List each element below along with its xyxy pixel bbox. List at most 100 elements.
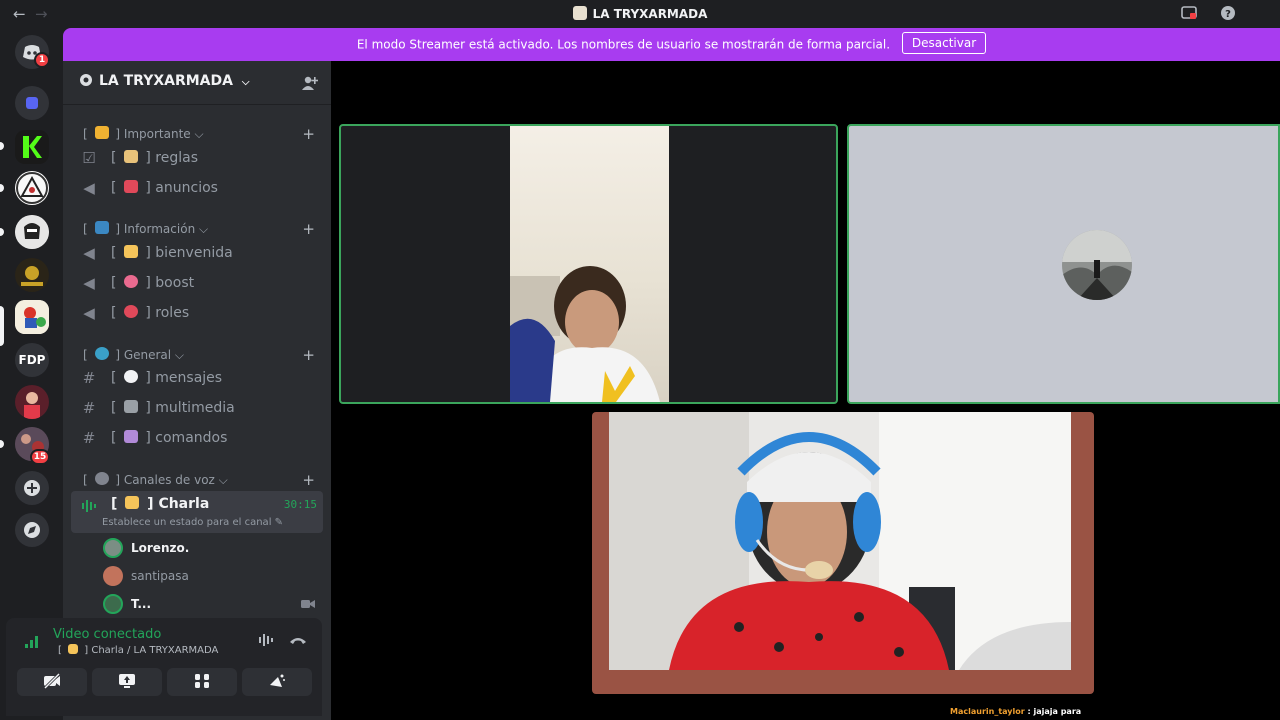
signal-icon[interactable] xyxy=(24,635,40,649)
pushpin-emoji-icon xyxy=(123,305,138,318)
connection-location[interactable]: [ ] Charla / LA TRYXARMADA xyxy=(58,644,218,656)
channel-boost[interactable]: ◀ [ ] boost xyxy=(71,270,323,298)
hash-icon: # xyxy=(82,369,96,387)
chat-separator: : xyxy=(1027,707,1031,716)
server-gold[interactable] xyxy=(15,258,49,292)
avatar xyxy=(103,566,123,586)
category-importante[interactable]: [ ] Importante ⌵ + xyxy=(83,125,315,144)
video-camera-icon xyxy=(301,600,315,608)
category-general[interactable]: [ ] General ⌵ + xyxy=(83,346,315,365)
direct-messages-icon[interactable] xyxy=(15,86,49,120)
add-server-button[interactable] xyxy=(15,471,49,505)
video-tile-3[interactable] xyxy=(592,412,1094,694)
camera-toggle-button[interactable] xyxy=(17,668,87,696)
category-label: Importante xyxy=(123,127,191,141)
category-label: General xyxy=(123,348,172,362)
window-title-text: LA TRYXARMADA xyxy=(592,7,708,21)
unread-pip xyxy=(0,228,4,236)
create-channel-icon[interactable]: + xyxy=(302,471,315,489)
server-badge: 15 xyxy=(30,449,50,465)
unread-pip xyxy=(0,142,4,150)
person-emoji-icon xyxy=(68,644,79,654)
server-icon xyxy=(572,6,587,20)
channel-bienvenida[interactable]: ◀ [ ] bienvenida xyxy=(71,240,323,268)
unread-pip xyxy=(0,184,4,192)
voice-timer: 30:15 xyxy=(283,498,317,511)
pencil-icon: ✎ xyxy=(274,517,284,528)
server-fdp-label: FDP xyxy=(18,353,46,367)
channel-multimedia[interactable]: # [ ] multimedia xyxy=(71,395,323,423)
create-channel-icon[interactable]: + xyxy=(302,125,315,143)
server-stormtrooper[interactable] xyxy=(15,215,49,249)
speech-bubble-emoji-icon xyxy=(123,370,138,383)
channel-status-hint[interactable]: Establece un estado para el canal ✎ xyxy=(102,517,283,528)
voice-channel-charla[interactable]: [ ] Charla 30:15 Establece un estado par… xyxy=(71,491,323,533)
globe-icon xyxy=(94,347,109,360)
channel-name: anuncios xyxy=(155,180,218,196)
soundboard-button[interactable] xyxy=(242,668,312,696)
video-tile-1[interactable] xyxy=(339,124,838,404)
info-icon xyxy=(94,221,109,234)
channel-reglas[interactable]: ☑ [ ] reglas xyxy=(71,145,323,173)
microphone-icon xyxy=(94,472,109,485)
invite-people-icon[interactable] xyxy=(301,75,318,91)
pin-emoji-icon xyxy=(123,180,138,193)
server-name: LA TRYXARMADA xyxy=(99,73,233,89)
streamer-banner-text: El modo Streamer está activado. Los nomb… xyxy=(356,37,891,52)
window-title: LA TRYXARMADA xyxy=(0,6,1280,21)
server-kick[interactable] xyxy=(15,130,49,164)
hash-icon: # xyxy=(82,429,96,447)
server-fdp[interactable]: FDP xyxy=(15,343,49,377)
selected-server-pip xyxy=(0,306,4,346)
flower-emoji-icon xyxy=(123,275,138,288)
person-emoji-icon xyxy=(125,496,140,509)
webcam-feed xyxy=(609,412,1071,670)
noise-suppression-icon[interactable] xyxy=(258,633,274,647)
video-tile-2[interactable] xyxy=(847,124,1280,404)
screen-share-button[interactable] xyxy=(92,668,162,696)
rules-icon: ☑ xyxy=(82,149,96,167)
inbox-icon[interactable] xyxy=(1181,5,1197,21)
create-channel-icon[interactable]: + xyxy=(302,220,315,238)
avatar xyxy=(1062,230,1132,300)
member-name: T... xyxy=(131,597,152,611)
disconnect-icon[interactable] xyxy=(289,635,307,645)
hash-icon: # xyxy=(82,399,96,417)
server-la-tryxarmada[interactable] xyxy=(15,300,49,334)
voice-activity-icon xyxy=(82,500,96,512)
channel-name: bienvenida xyxy=(155,245,233,261)
server-red[interactable] xyxy=(15,385,49,419)
server-triangle[interactable] xyxy=(15,171,49,205)
activities-icon xyxy=(195,674,209,688)
disable-streamer-button[interactable]: Desactivar xyxy=(901,32,987,54)
explore-servers-button[interactable] xyxy=(15,513,49,547)
channel-name: reglas xyxy=(155,150,199,166)
category-label: Canales de voz xyxy=(123,473,215,487)
help-icon[interactable]: ? xyxy=(1220,5,1236,21)
webcam-feed xyxy=(510,126,669,402)
chat-message: jajaja para xyxy=(1033,707,1082,716)
create-channel-icon[interactable]: + xyxy=(302,346,315,364)
channel-name: roles xyxy=(155,305,190,321)
channel-mensajes[interactable]: # [ ] mensajes xyxy=(71,365,323,393)
channel-name: comandos xyxy=(155,430,228,446)
announcement-icon: ◀ xyxy=(83,244,95,262)
server-header[interactable]: LA TRYXARMADA ⌵ xyxy=(63,61,331,105)
home-badge: 1 xyxy=(34,52,50,68)
category-canales-de-voz[interactable]: [ ] Canales de voz ⌵ + xyxy=(83,471,315,490)
activities-button[interactable] xyxy=(167,668,237,696)
scroll-emoji-icon xyxy=(123,150,138,163)
announcement-icon: ◀ xyxy=(83,274,95,292)
robot-emoji-icon xyxy=(123,430,138,443)
member-name: santipasa xyxy=(131,569,189,583)
camera-emoji-icon xyxy=(123,400,138,413)
channel-comandos[interactable]: # [ ] comandos xyxy=(71,425,323,453)
channel-name: mensajes xyxy=(155,370,223,386)
channel-name: multimedia xyxy=(155,400,235,416)
category-informacion[interactable]: [ ] Información ⌵ + xyxy=(83,220,315,239)
channel-roles[interactable]: ◀ [ ] roles xyxy=(71,300,323,328)
announcement-icon: ◀ xyxy=(83,179,95,197)
channel-anuncios[interactable]: ◀ [ ] anuncios xyxy=(71,175,323,203)
category-label: Información xyxy=(123,222,196,236)
chevron-down-icon: ⌵ xyxy=(241,77,250,88)
